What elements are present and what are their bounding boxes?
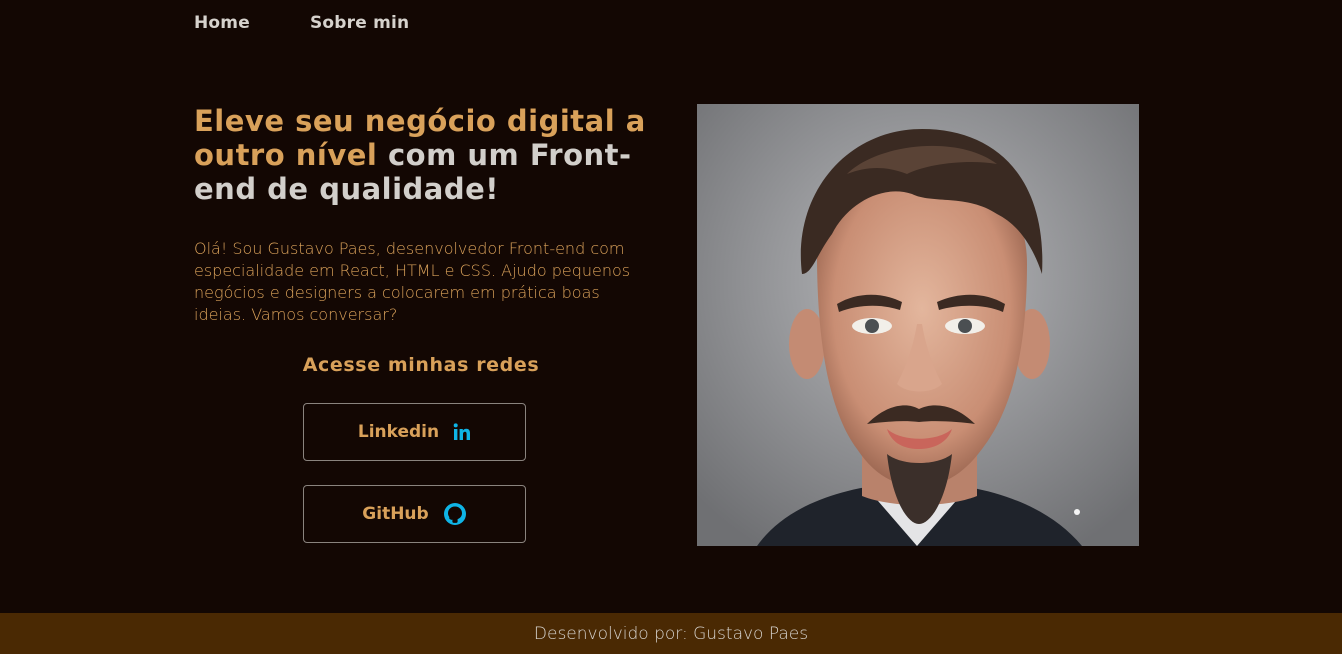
linkedin-button[interactable]: Linkedin: [303, 403, 526, 461]
nav-home-link[interactable]: Home: [194, 13, 250, 33]
nav-about-link[interactable]: Sobre min: [310, 13, 409, 33]
github-button[interactable]: GitHub: [303, 485, 526, 543]
footer-credit: Desenvolvido por: Gustavo Paes: [533, 623, 809, 644]
github-icon: [443, 502, 467, 526]
github-button-label: GitHub: [362, 504, 429, 524]
linkedin-button-label: Linkedin: [357, 422, 440, 442]
profile-portrait: [697, 104, 1139, 546]
page: Home Sobre min Eleve seu negócio digital…: [0, 0, 1342, 654]
footer: Desenvolvido por: Gustavo Paes: [0, 613, 1342, 654]
linkedin-icon: [453, 423, 471, 441]
networks-title: Acesse minhas redes: [302, 354, 540, 376]
top-nav: Home Sobre min: [194, 13, 409, 33]
intro-paragraph: Olá! Sou Gustavo Paes, desenvolvedor Fro…: [194, 239, 631, 324]
hero-headline: Eleve seu negócio digital a outro nível …: [194, 104, 654, 206]
